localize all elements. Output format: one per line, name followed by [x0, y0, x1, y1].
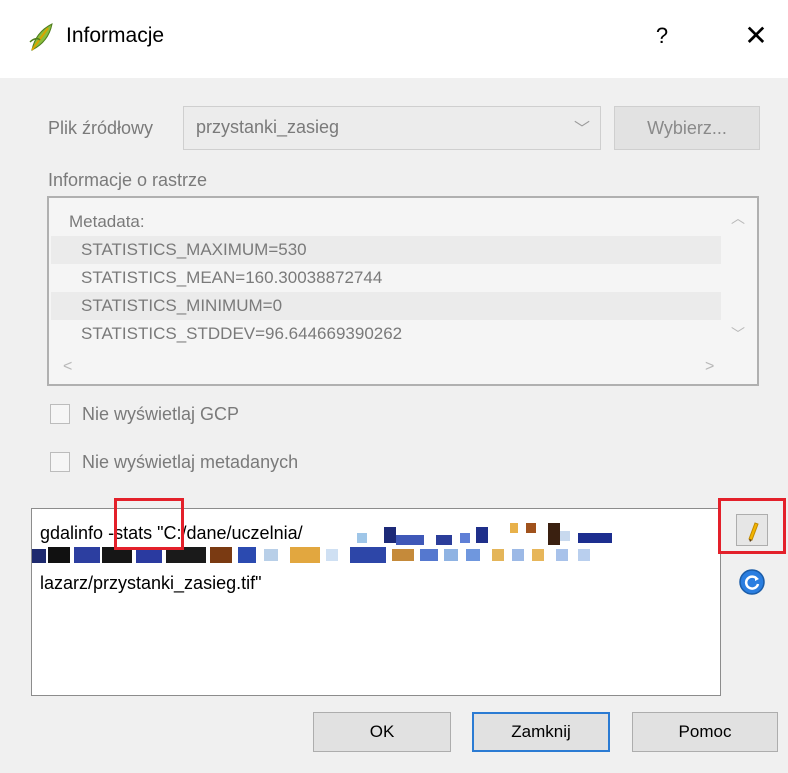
no-metadata-checkbox[interactable]: [50, 452, 70, 472]
no-gcp-label: Nie wyświetlaj GCP: [82, 404, 240, 424]
command-line-3: lazarz/przystanki_zasieg.tif": [40, 573, 262, 593]
command-program: gdalinfo: [40, 523, 104, 543]
window-title: Informacje: [66, 24, 165, 47]
source-file-label: Plik źródłowy: [48, 118, 154, 138]
redacted-text: [32, 549, 46, 563]
close-window-button[interactable]: ✕: [736, 16, 776, 56]
scroll-down-icon[interactable]: ﹀: [731, 324, 745, 344]
redacted-text: [384, 527, 396, 543]
scroll-left-icon[interactable]: <: [63, 358, 72, 376]
stats-highlight-box: [114, 498, 184, 550]
redacted-text: [444, 549, 458, 561]
no-gcp-checkbox[interactable]: [50, 404, 70, 424]
redacted-text: [578, 549, 590, 561]
close-button[interactable]: Zamknij: [472, 712, 610, 752]
redacted-text: [210, 547, 232, 563]
redacted-text: [532, 549, 544, 561]
scroll-up-icon[interactable]: ︿: [731, 208, 745, 228]
redacted-text: [460, 533, 470, 543]
redacted-text: [396, 535, 424, 545]
redacted-text: [290, 547, 320, 563]
chevron-down-icon[interactable]: ﹀: [574, 115, 590, 139]
redacted-text: [48, 547, 70, 563]
reset-icon: [739, 569, 765, 595]
redacted-text: [556, 549, 568, 561]
redacted-text: [436, 535, 452, 545]
edit-highlight-box: [718, 498, 786, 554]
help-title-button[interactable]: ?: [644, 18, 680, 54]
raster-info-label: Informacje o rastrze: [48, 170, 208, 190]
source-file-value: przystanki_zasieg: [196, 117, 340, 137]
redacted-text: [512, 549, 524, 561]
redacted-text: [526, 523, 536, 533]
redacted-text: [74, 547, 100, 563]
metadata-line: STATISTICS_MAXIMUM=530: [51, 236, 749, 264]
metadata-line: STATISTICS_MINIMUM=0: [51, 292, 749, 320]
redacted-text: [357, 533, 367, 543]
redacted-text: [326, 549, 338, 561]
raster-info-textbox[interactable]: Metadata: STATISTICS_MAXIMUM=530 STATIST…: [47, 196, 759, 386]
help-button[interactable]: Pomoc: [632, 712, 778, 752]
reset-command-button[interactable]: [736, 566, 768, 598]
ok-button[interactable]: OK: [313, 712, 451, 752]
redacted-text: [420, 549, 438, 561]
redacted-text: [392, 549, 414, 561]
redacted-text: [476, 527, 488, 543]
redacted-text: [466, 549, 480, 561]
metadata-line: STATISTICS_MEAN=160.30038872744: [81, 268, 383, 287]
redacted-text: [578, 533, 612, 543]
vertical-scrollbar[interactable]: ︿ ﹀: [721, 200, 755, 350]
scroll-right-icon[interactable]: >: [705, 358, 714, 376]
redacted-text: [492, 549, 504, 561]
redacted-text: [350, 547, 386, 563]
redacted-text: [560, 531, 570, 541]
horizontal-scrollbar[interactable]: < >: [51, 354, 721, 382]
redacted-text: [510, 523, 518, 533]
redacted-text: [238, 547, 256, 563]
qgis-leaf-icon: [29, 23, 53, 51]
metadata-line: STATISTICS_STDDEV=96.644669390262: [81, 324, 403, 343]
metadata-line: Metadata:: [69, 212, 145, 231]
title-bar: Informacje ? ✕: [0, 0, 788, 78]
no-metadata-label: Nie wyświetlaj metadanych: [82, 452, 299, 472]
browse-button[interactable]: Wybierz...: [614, 106, 760, 150]
source-file-combo[interactable]: przystanki_zasieg ﹀: [183, 106, 601, 150]
redacted-text: [264, 549, 278, 561]
redacted-text: [548, 523, 560, 545]
